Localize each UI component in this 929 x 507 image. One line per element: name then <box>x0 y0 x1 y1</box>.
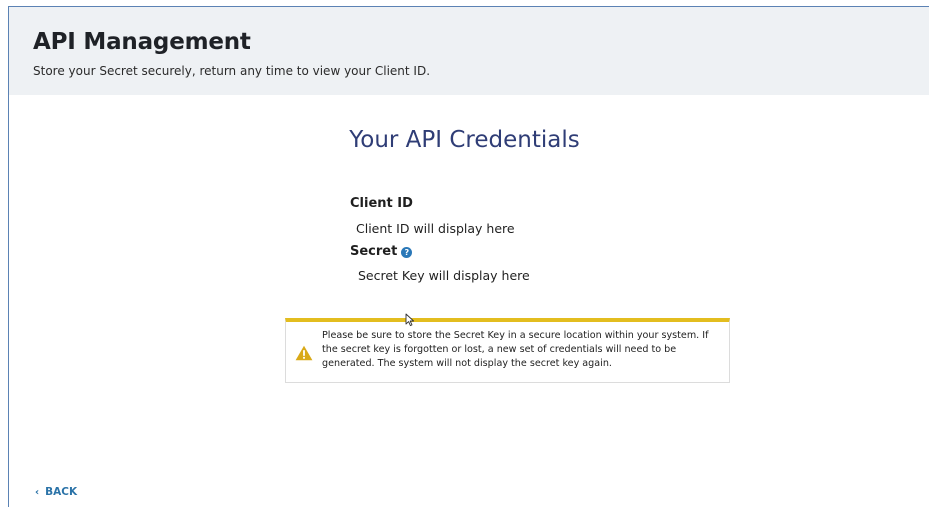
page-title: API Management <box>33 29 251 55</box>
back-button[interactable]: ‹ BACK <box>35 486 77 498</box>
question-circle-icon[interactable]: ? <box>401 247 413 258</box>
warning-triangle-icon <box>295 345 313 361</box>
client-id-value: Client ID will display here <box>356 221 515 236</box>
secret-label: Secret <box>350 244 398 259</box>
page-header: API Management Store your Secret securel… <box>9 7 929 95</box>
warning-alert: Please be sure to store the Secret Key i… <box>285 318 730 383</box>
alert-message: Please be sure to store the Secret Key i… <box>322 330 709 369</box>
secret-value: Secret Key will display here <box>358 268 530 283</box>
chevron-left-icon: ‹ <box>35 487 40 498</box>
back-label: BACK <box>45 486 78 498</box>
credentials-title: Your API Credentials <box>349 127 580 153</box>
page-subtitle: Store your Secret securely, return any t… <box>33 64 431 78</box>
secret-label-row: Secret? <box>350 244 413 259</box>
client-id-label: Client ID <box>350 196 413 211</box>
mouse-cursor-icon <box>405 313 415 327</box>
